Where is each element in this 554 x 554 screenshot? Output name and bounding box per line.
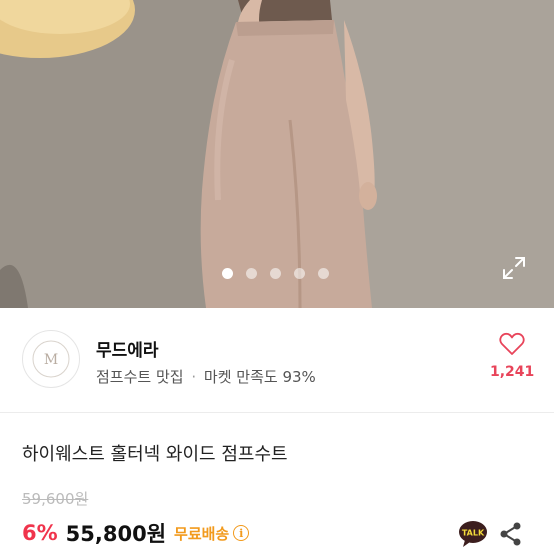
- carousel-dot[interactable]: [270, 268, 281, 279]
- price-row: 6% 55,800원 무료배송 i: [22, 518, 250, 548]
- original-price: 59,600원: [22, 490, 89, 508]
- info-icon[interactable]: i: [233, 525, 250, 541]
- kakao-talk-icon[interactable]: TALK: [458, 520, 488, 548]
- divider: [0, 412, 554, 413]
- share-icon[interactable]: [500, 522, 522, 546]
- expand-icon[interactable]: [501, 255, 527, 281]
- market-satisfaction: 마켓 만족도 93%: [203, 368, 316, 386]
- meta-separator: ·: [191, 368, 197, 386]
- carousel-dot[interactable]: [246, 268, 257, 279]
- heart-icon: [499, 332, 525, 355]
- like-count: 1,241: [490, 364, 535, 380]
- seller-info[interactable]: M 무드에라 점프수트 맛집 · 마켓 만족도 93% 1,241: [0, 308, 554, 412]
- product-photo: [0, 0, 554, 308]
- carousel-dot[interactable]: [222, 268, 233, 279]
- svg-text:TALK: TALK: [462, 529, 485, 538]
- seller-meta: 점프수트 맛집 · 마켓 만족도 93%: [96, 366, 316, 387]
- discount-rate: 6%: [22, 521, 58, 545]
- seller-tagline: 점프수트 맛집: [96, 368, 184, 386]
- svg-text:M: M: [44, 352, 58, 368]
- like-button[interactable]: 1,241: [490, 332, 534, 390]
- carousel-indicator: [222, 268, 329, 279]
- seller-name[interactable]: 무드에라: [96, 336, 159, 361]
- seller-logo[interactable]: M: [22, 330, 80, 388]
- product-title: 하이웨스트 홀터넥 와이드 점프수트: [22, 444, 288, 465]
- carousel-dot[interactable]: [294, 268, 305, 279]
- sale-price: 55,800원: [65, 522, 167, 546]
- free-shipping-label: 무료배송: [174, 524, 230, 543]
- product-page: M 무드에라 점프수트 맛집 · 마켓 만족도 93% 1,241 하이웨스트 …: [0, 0, 554, 554]
- carousel-dot[interactable]: [318, 268, 329, 279]
- product-image[interactable]: [0, 0, 554, 308]
